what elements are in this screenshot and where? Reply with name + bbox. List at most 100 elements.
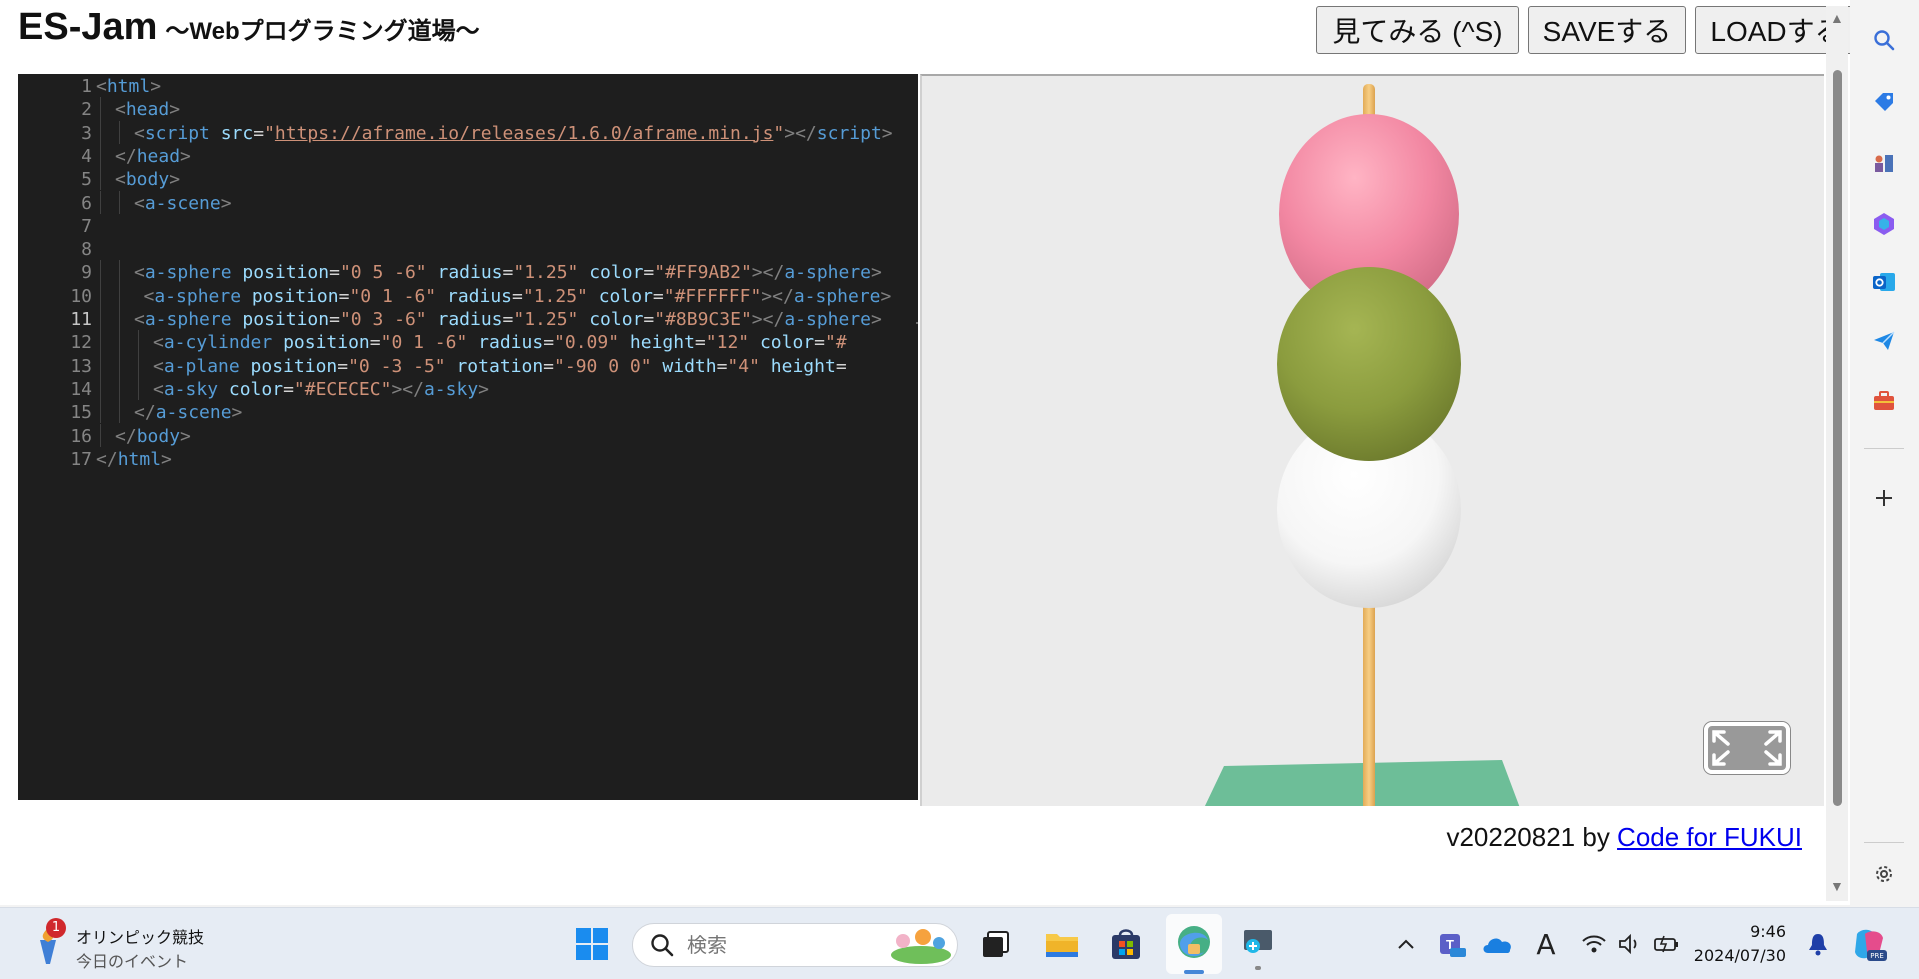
indent-guide (119, 307, 120, 331)
code-token: < (134, 122, 145, 144)
battery-icon[interactable] (1644, 922, 1688, 966)
code-token: color (598, 285, 653, 307)
code-line[interactable]: <a-plane position="0 -3 -5" rotation="-9… (153, 356, 847, 377)
code-token: position (283, 332, 370, 354)
ime-mode-indicator[interactable]: A (1524, 922, 1568, 966)
line-number: 15 (70, 402, 92, 424)
taskbar-search[interactable] (632, 923, 958, 967)
indent-guide (138, 376, 139, 401)
code-token: position (242, 262, 330, 284)
code-token: = (694, 332, 706, 354)
code-editor[interactable]: 1 2 3 4 5 6 7 8 9 10 11 12 13 14 15 16 17 <html> <head> <s… (18, 74, 918, 800)
code-token: </ (134, 402, 156, 424)
start-button[interactable] (570, 922, 614, 966)
code-token: "1.25" (513, 262, 590, 284)
code-line[interactable]: <body> (115, 169, 180, 190)
code-token: "0 5 -6" (339, 262, 438, 284)
app-title: ES-Jam ～Webプログラミング道場～ (18, 6, 480, 49)
edge-active-tab[interactable] (1166, 914, 1222, 974)
snipping-tool-icon[interactable] (1236, 922, 1280, 970)
line-number: 17 (70, 448, 92, 470)
indent-guide (100, 307, 101, 331)
search-input[interactable] (687, 932, 867, 958)
code-token: < (153, 378, 164, 400)
code-token: = (543, 355, 555, 377)
code-line[interactable]: <script src="https://aframe.io/releases/… (134, 123, 893, 144)
code-token: rotation (456, 355, 544, 377)
file-explorer-icon[interactable] (1040, 922, 1084, 966)
version-text: v20220821 by (1446, 822, 1618, 852)
code-line[interactable]: <html> (96, 76, 161, 97)
copilot-icon[interactable] (1868, 208, 1900, 240)
scroll-up-arrow-icon[interactable]: ▲ (1830, 10, 1844, 26)
microsoft-store-icon[interactable] (1104, 922, 1148, 966)
indent-guide (119, 120, 120, 144)
code-line[interactable]: <a-cylinder position="0 1 -6" radius="0.… (153, 332, 847, 353)
code-line[interactable]: </html> (96, 449, 172, 470)
add-icon[interactable] (1868, 482, 1900, 514)
page-scrollbar[interactable]: ▲ ▼ (1826, 6, 1848, 901)
scene-preview[interactable] (920, 74, 1824, 806)
code-token: body (125, 169, 170, 191)
code-token: = (502, 309, 514, 330)
code-token: a-sphere (154, 285, 252, 307)
indent-guide (100, 423, 101, 447)
code-token: height (770, 355, 836, 377)
code-line[interactable]: <a-sphere position="0 1 -6" radius="1.25… (144, 286, 892, 307)
windows-taskbar: 1 オリンピック競技 今日のイベント 検索 T A 9:46 2024/07/3… (0, 907, 1919, 979)
line-number: 12 (70, 332, 92, 354)
games-icon[interactable] (1868, 146, 1900, 178)
code-token: "4" (727, 355, 771, 377)
code-token: = (329, 262, 340, 284)
outlook-icon[interactable] (1868, 266, 1900, 298)
settings-gear-icon[interactable] (1868, 858, 1900, 890)
code-line[interactable]: </body> (115, 426, 191, 447)
code-token: a-sphere (144, 309, 243, 330)
toolbox-icon[interactable] (1868, 385, 1900, 417)
code-token: " (264, 122, 275, 144)
indent-guide (100, 120, 101, 144)
code-token: = (337, 355, 349, 377)
code-for-fukui-link[interactable]: Code for FUKUI (1617, 822, 1802, 852)
clock[interactable]: 9:46 2024/07/30 (1690, 918, 1790, 970)
widget-title: オリンピック競技 (76, 928, 205, 947)
task-view-icon[interactable] (974, 922, 1018, 966)
code-token: head (125, 99, 170, 121)
app-title-text: ES-Jam (18, 6, 158, 48)
scroll-down-arrow-icon[interactable]: ▼ (1830, 878, 1844, 894)
fullscreen-button[interactable] (1704, 722, 1790, 774)
copilot-preview-icon[interactable]: PRE (1848, 922, 1892, 966)
code-line[interactable]: <a-sphere position="0 5 -6" radius="1.25… (134, 262, 882, 283)
notification-badge: 1 (46, 918, 66, 938)
code-token: a-sky (163, 378, 229, 400)
code-line[interactable]: <a-scene> (134, 193, 232, 214)
onedrive-cloud-icon[interactable] (1476, 922, 1520, 966)
search-icon[interactable] (1868, 24, 1900, 56)
teams-icon[interactable]: T (1430, 922, 1474, 966)
code-token: > (478, 378, 489, 400)
indent-guide (100, 283, 101, 307)
code-line[interactable]: </head> (115, 146, 191, 167)
code-token: = (543, 332, 555, 354)
code-token: position (242, 309, 330, 330)
code-line[interactable]: <head> (115, 99, 180, 120)
notification-bell-icon[interactable] (1796, 922, 1840, 966)
indent-guide (119, 353, 120, 377)
preview-button[interactable]: 見てみる (^S) (1316, 6, 1519, 54)
shopping-tag-icon[interactable] (1868, 86, 1900, 118)
code-line[interactable]: <a-sphere position="0 3 -6" radius="1.25… (134, 309, 882, 330)
code-token: < (115, 99, 126, 121)
widgets-button[interactable]: 1 オリンピック競技 今日のイベント (26, 918, 226, 971)
code-line[interactable]: <a-sky color="#ECECEC"></a-sky> (153, 379, 489, 400)
save-button[interactable]: SAVEする (1528, 6, 1686, 54)
code-line[interactable]: </a-scene> (134, 402, 242, 423)
show-hidden-icons-chevron-icon[interactable] (1384, 922, 1428, 966)
code-token: width (662, 355, 717, 377)
sidebar-divider (1864, 448, 1904, 449)
code-token: ></ (751, 309, 785, 330)
indent-guide (119, 283, 120, 307)
code-token: "#8B9C3E" (654, 309, 752, 330)
code-token: position (250, 355, 338, 377)
scrollbar-thumb[interactable] (1833, 70, 1842, 806)
send-icon[interactable] (1868, 325, 1900, 357)
